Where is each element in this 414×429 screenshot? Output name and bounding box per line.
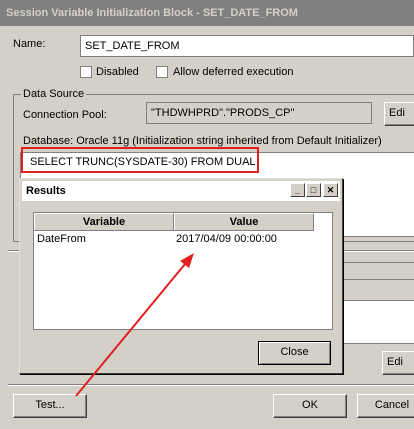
arrow-line xyxy=(75,257,191,397)
arrow-head xyxy=(180,253,194,268)
annotation-arrow xyxy=(75,253,194,397)
